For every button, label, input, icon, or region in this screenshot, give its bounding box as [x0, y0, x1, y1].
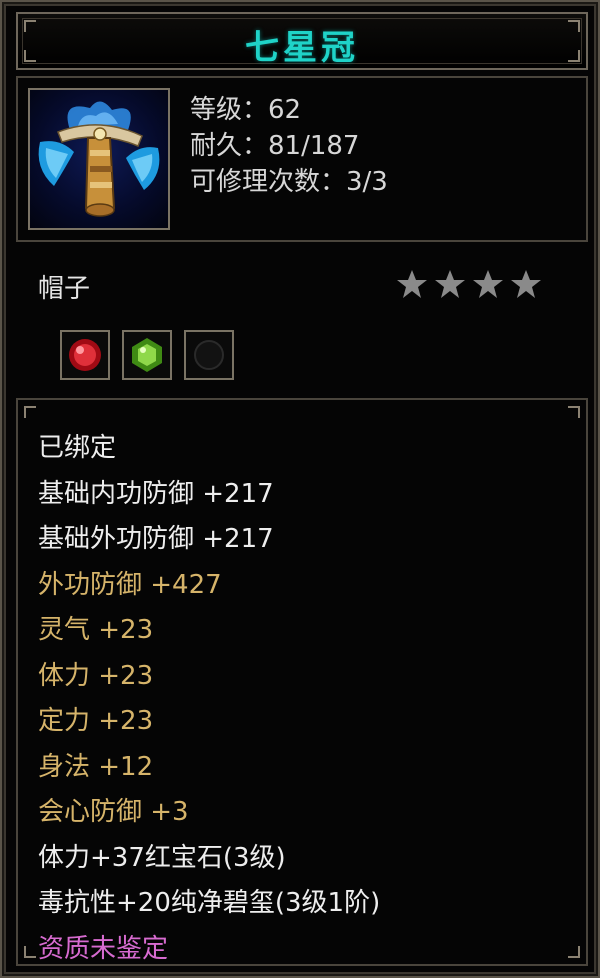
attribute-line: 会心防御 +3	[38, 797, 189, 827]
bound-status: 已绑定	[38, 433, 117, 463]
item-header: 等级：62 耐久：81/187 可修理次数：3/3	[16, 76, 588, 242]
attribute-line: 外功防御 +427	[38, 569, 222, 600]
attribute-list: 已绑定 基础内功防御 +217 基础外功防御 +217 外功防御 +427 灵气…	[38, 426, 380, 972]
gem-bonus-line: 体力+37红宝石(3级)	[38, 842, 286, 873]
attribute-line: 灵气 +23	[38, 615, 154, 645]
attribute-line: 体力 +23	[38, 660, 154, 691]
star-rating	[396, 268, 542, 300]
item-stats: 等级：62 耐久：81/187 可修理次数：3/3	[190, 92, 388, 200]
attribute-line: 身法 +12	[38, 751, 154, 782]
gem-bonus-line: 毒抗性+20纯净碧玺(3级1阶)	[38, 888, 381, 918]
title-bar: 七星冠	[16, 12, 588, 70]
empty-socket	[184, 330, 234, 380]
frame-corner-ornament	[568, 946, 580, 958]
frame-corner-ornament	[24, 406, 36, 418]
frame-corner-ornament	[24, 946, 36, 958]
item-durability: 耐久：81/187	[190, 131, 360, 161]
item-repair-count: 可修理次数：3/3	[190, 167, 388, 197]
item-name: 七星冠	[245, 28, 359, 68]
frame-corner-ornament	[568, 406, 580, 418]
attributes-panel: 已绑定 基础内功防御 +217 基础外功防御 +217 外功防御 +427 灵气…	[16, 398, 588, 966]
star-icon	[473, 270, 503, 298]
star-icon	[511, 270, 541, 298]
empty-socket-icon	[194, 340, 224, 370]
item-type: 帽子	[38, 274, 91, 304]
item-tooltip: 七星冠 等级：62 耐久：81/187 可修理次数：3/3 帽子 已绑定 基础内…	[0, 0, 600, 978]
ruby-gem-icon	[69, 339, 101, 371]
attribute-line: 基础外功防御 +217	[38, 524, 274, 554]
star-icon	[435, 270, 465, 298]
jade-socket	[122, 330, 172, 380]
jade-gem-icon	[132, 338, 162, 372]
item-level: 等级：62	[190, 95, 302, 125]
attribute-line: 定力 +23	[38, 706, 154, 736]
helmet-icon	[28, 88, 170, 230]
star-icon	[397, 270, 427, 298]
attribute-line: 基础内功防御 +217	[38, 478, 274, 509]
gem-sockets	[60, 330, 234, 380]
aptitude-status: 资质未鉴定	[38, 933, 169, 964]
ruby-socket	[60, 330, 110, 380]
